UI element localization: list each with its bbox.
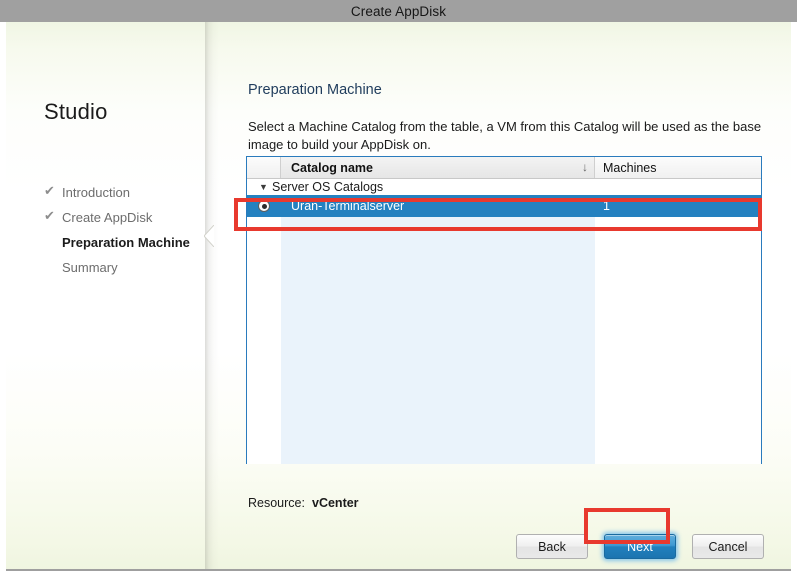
- sidebar-item-create-appdisk[interactable]: ✔ Create AppDisk: [44, 205, 204, 230]
- wizard-sidebar: Studio ✔ Introduction ✔ Create AppDisk P…: [6, 22, 205, 571]
- column-header-catalog-name-label: Catalog name: [291, 161, 373, 175]
- chevron-down-icon[interactable]: ▼: [259, 179, 272, 195]
- create-appdisk-wizard-window: Create AppDisk Studio ✔ Introduction ✔ C…: [0, 0, 797, 577]
- window-title: Create AppDisk: [351, 4, 446, 19]
- machine-catalog-table[interactable]: Catalog name ↓ Machines ▼ Server OS Cata…: [246, 156, 762, 464]
- table-row[interactable]: Uran-Terminalserver 1: [247, 195, 761, 217]
- sort-descending-icon[interactable]: ↓: [582, 160, 588, 174]
- check-icon: ✔: [44, 209, 57, 222]
- table-header-row: Catalog name ↓ Machines: [247, 157, 761, 179]
- sorted-column-highlight: [281, 179, 595, 464]
- check-icon: ✔: [44, 184, 57, 197]
- sidebar-item-label: Preparation Machine: [62, 235, 190, 250]
- sidebar-item-label: Create AppDisk: [62, 210, 152, 225]
- cancel-button[interactable]: Cancel: [692, 534, 764, 559]
- page-description: Select a Machine Catalog from the table,…: [248, 118, 767, 154]
- radio-selected-icon[interactable]: [258, 200, 270, 212]
- back-button[interactable]: Back: [516, 534, 588, 559]
- table-group-row-server-os-catalogs[interactable]: ▼ Server OS Catalogs: [247, 179, 761, 195]
- column-header-machines[interactable]: Machines: [595, 157, 761, 178]
- radio-dot: [262, 204, 267, 209]
- sidebar-item-summary[interactable]: Summary: [44, 255, 204, 280]
- cell-machines: 1: [595, 199, 761, 213]
- wizard-body: Studio ✔ Introduction ✔ Create AppDisk P…: [6, 22, 791, 571]
- resource-label: Resource:: [248, 496, 312, 510]
- next-button[interactable]: Next: [604, 534, 676, 559]
- resource-info: Resource: vCenter: [248, 496, 359, 510]
- table-group-label: Server OS Catalogs: [272, 180, 383, 194]
- window-bottom-edge: [6, 569, 791, 571]
- sidebar-item-label: Introduction: [62, 185, 130, 200]
- column-header-select: [247, 157, 281, 178]
- active-step-pointer-icon: [204, 225, 214, 247]
- wizard-button-bar: Back Next Cancel: [219, 534, 764, 559]
- column-header-catalog-name[interactable]: Catalog name ↓: [281, 157, 595, 178]
- window-titlebar: Create AppDisk: [0, 0, 797, 22]
- resource-value: vCenter: [312, 496, 359, 510]
- table-body: ▼ Server OS Catalogs Uran-Terminalserver…: [247, 179, 761, 464]
- sidebar-item-introduction[interactable]: ✔ Introduction: [44, 180, 204, 205]
- row-select-cell[interactable]: [247, 200, 281, 212]
- sidebar-item-label: Summary: [62, 260, 118, 275]
- cell-catalog-name: Uran-Terminalserver: [281, 199, 595, 213]
- wizard-content-pane: Preparation Machine Select a Machine Cat…: [219, 22, 791, 571]
- column-header-machines-label: Machines: [603, 161, 657, 175]
- product-title: Studio: [44, 99, 108, 125]
- sidebar-divider-shadow: [205, 22, 219, 571]
- page-title: Preparation Machine: [248, 82, 382, 98]
- wizard-step-list: ✔ Introduction ✔ Create AppDisk Preparat…: [44, 180, 204, 280]
- sidebar-item-preparation-machine[interactable]: Preparation Machine: [44, 230, 204, 255]
